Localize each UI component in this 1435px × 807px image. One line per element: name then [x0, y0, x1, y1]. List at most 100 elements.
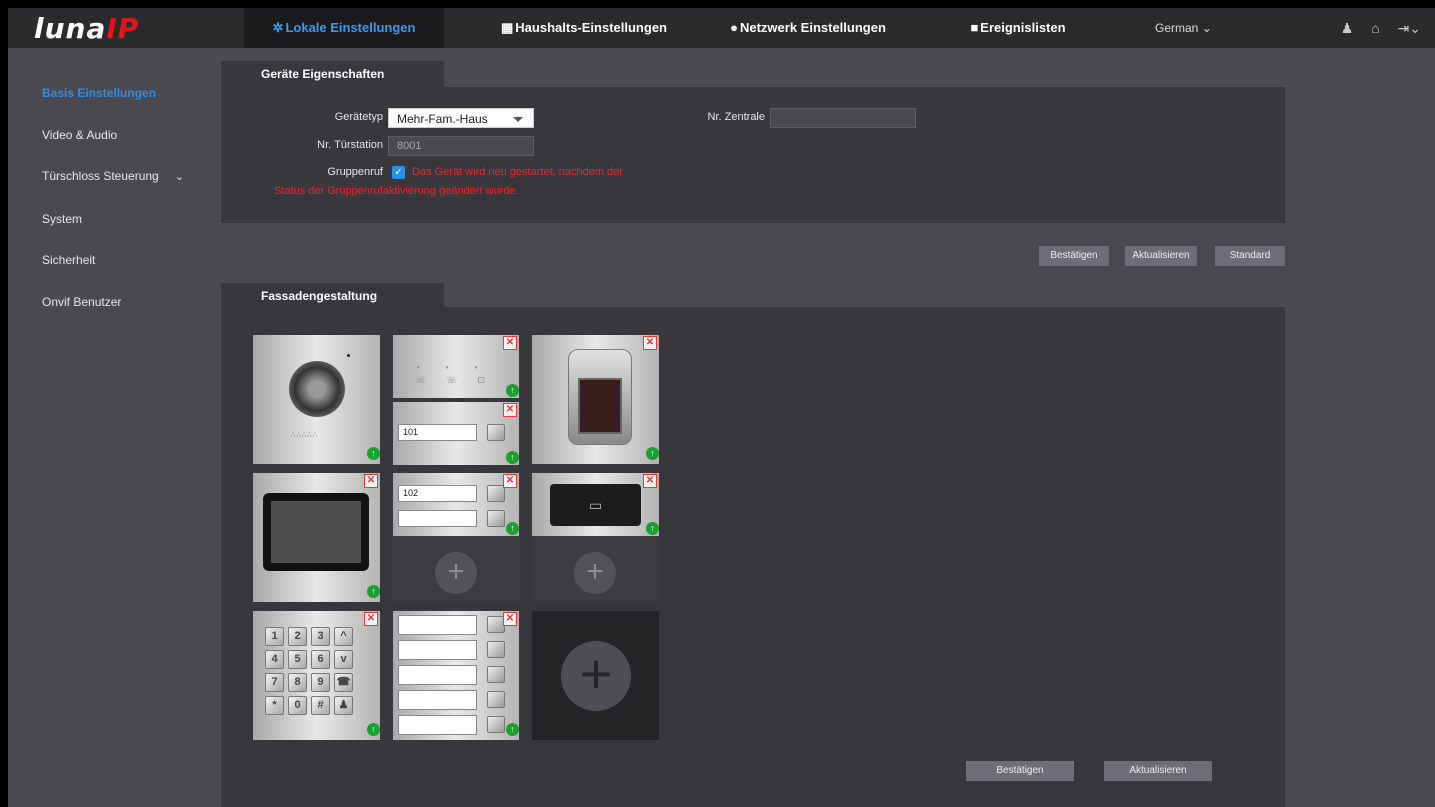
remove-icon[interactable]: ✕ — [503, 403, 517, 417]
central-label: Nr. Zentrale — [707, 111, 765, 123]
sidebar-item-onvif-benutzer[interactable]: Onvif Benutzer — [42, 295, 121, 309]
logout-icon[interactable]: ⇥⌄ — [1398, 20, 1421, 36]
keypad-key[interactable]: * — [265, 696, 284, 715]
keypad-key[interactable]: 2 — [288, 627, 307, 646]
remove-icon[interactable]: ✕ — [503, 474, 517, 488]
door-station-input[interactable]: 8001 — [388, 136, 534, 156]
keypad-key[interactable]: 1 — [265, 627, 284, 646]
facade-confirm-button[interactable]: Bestätigen — [966, 761, 1074, 781]
device-confirm-button[interactable]: Bestätigen — [1039, 246, 1109, 266]
sidebar-item-sicherheit[interactable]: Sicherheit — [42, 253, 95, 267]
nameplate[interactable]: 102 — [398, 485, 477, 502]
keypad-key[interactable]: ♟ — [334, 696, 353, 715]
nameplate-empty[interactable] — [398, 715, 477, 735]
keypad-key[interactable]: 3 — [311, 627, 330, 646]
add-module-icon[interactable]: + — [574, 552, 616, 594]
nameplate-empty[interactable] — [398, 690, 477, 710]
group-call-warning-line1: Das Gerät wird neu gestartet, nachdem de… — [412, 166, 623, 178]
indicator-module: ••• ☏☏⊡ ✕ ↑ — [393, 335, 519, 398]
display-area-icon — [271, 501, 361, 563]
move-up-icon[interactable]: ↑ — [506, 723, 519, 736]
bell-button-icon[interactable] — [487, 424, 505, 441]
device-refresh-button[interactable]: Aktualisieren — [1125, 246, 1197, 266]
camera-module: ∴∴∴∴∴ ↑ — [253, 335, 380, 464]
bell-button-icon[interactable] — [487, 641, 505, 658]
add-module-large-icon[interactable]: + — [561, 641, 631, 711]
list-icon: ■ — [970, 20, 979, 35]
display-screen-icon — [263, 493, 369, 571]
sidebar-item-tuerschloss-steuerung[interactable]: Türschloss Steuerung ⌄ — [42, 169, 184, 183]
fingerprint-sensor-icon — [578, 378, 622, 434]
fingerprint-housing-icon — [568, 349, 632, 445]
remove-icon[interactable]: ✕ — [364, 474, 378, 488]
keypad-key[interactable]: v — [334, 650, 353, 669]
sidebar-item-system[interactable]: System — [42, 212, 82, 226]
top-icons: ♟ ⌂ ⇥⌄ — [1327, 8, 1421, 48]
status-symbols-icon: ☏☏⊡ — [415, 375, 506, 385]
sensor-dot-icon — [347, 354, 350, 357]
remove-icon[interactable]: ✕ — [364, 612, 378, 626]
device-properties-panel: Gerätetyp Mehr-Fam.-Haus Nr. Türstation … — [221, 87, 1285, 223]
fingerprint-module: ✕ ↑ — [532, 335, 659, 464]
device-type-label: Gerätetyp — [334, 111, 383, 123]
button-module-5: ✕ ↑ — [393, 611, 519, 740]
central-input[interactable] — [770, 108, 916, 128]
tab-geraete-eigenschaften[interactable]: Geräte Eigenschaften — [221, 61, 444, 87]
home-icon[interactable]: ⌂ — [1371, 20, 1379, 36]
tab-haushalts-einstellungen[interactable]: ▦ Haushalts-Einstellungen — [484, 8, 684, 48]
move-up-icon[interactable]: ↑ — [367, 585, 380, 598]
facade-panel: ∴∴∴∴∴ ↑ ••• ☏☏⊡ ✕ ↑ 101 ✕ ↑ ✕ ↑ ✕ ↑ 102 … — [221, 307, 1285, 807]
bell-button-icon[interactable] — [487, 716, 505, 733]
group-call-checkbox[interactable]: ✓ — [392, 166, 405, 179]
caret-down-icon — [513, 117, 523, 122]
bell-button-icon[interactable] — [487, 666, 505, 683]
move-up-icon[interactable]: ↑ — [506, 522, 519, 535]
keypad-key[interactable]: 7 — [265, 673, 284, 692]
nameplate-empty[interactable] — [398, 615, 477, 635]
device-default-button[interactable]: Standard — [1215, 246, 1285, 266]
slot-column-2-row-2: 102 ✕ ↑ + — [393, 473, 519, 602]
tab-netzwerk-einstellungen[interactable]: ● Netzwerk Einstellungen — [708, 8, 908, 48]
add-module-icon[interactable]: + — [435, 552, 477, 594]
language-select[interactable]: German ⌄ — [1155, 8, 1212, 48]
keypad-key[interactable]: 0 — [288, 696, 307, 715]
remove-icon[interactable]: ✕ — [643, 336, 657, 350]
move-up-icon[interactable]: ↑ — [646, 522, 659, 535]
indicator-icons: ••• — [417, 363, 504, 372]
tab-lokale-einstellungen[interactable]: ✲ Lokale Einstellungen — [244, 8, 444, 48]
move-up-icon[interactable]: ↑ — [367, 723, 380, 736]
move-up-icon[interactable]: ↑ — [367, 447, 380, 460]
keypad-key[interactable]: 4 — [265, 650, 284, 669]
remove-icon[interactable]: ✕ — [643, 474, 657, 488]
nameplate-empty[interactable] — [398, 665, 477, 685]
keypad-key[interactable]: ☎ — [334, 673, 353, 692]
bell-button-icon[interactable] — [487, 691, 505, 708]
group-call-label: Gruppenruf — [327, 166, 383, 178]
keypad-key[interactable]: # — [311, 696, 330, 715]
keypad-key[interactable]: 5 — [288, 650, 307, 669]
remove-icon[interactable]: ✕ — [503, 612, 517, 626]
move-up-icon[interactable]: ↑ — [506, 384, 519, 397]
nameplate[interactable]: 101 — [398, 424, 477, 441]
nameplate-empty[interactable] — [398, 510, 477, 527]
chevron-down-icon: ⌄ — [174, 171, 184, 183]
nameplate-empty[interactable] — [398, 640, 477, 660]
facade-refresh-button[interactable]: Aktualisieren — [1104, 761, 1212, 781]
remove-icon[interactable]: ✕ — [503, 336, 517, 350]
keypad-key[interactable]: ^ — [334, 627, 353, 646]
sidebar-item-video-audio[interactable]: Video & Audio — [42, 128, 117, 142]
device-type-select[interactable]: Mehr-Fam.-Haus — [388, 108, 534, 128]
group-call-warning-line2: Status der Gruppenrufaktivierung geänder… — [274, 185, 519, 197]
tab-ereignislisten[interactable]: ■ Ereignislisten — [948, 8, 1088, 48]
tab-fassadengestaltung[interactable]: Fassadengestaltung — [221, 283, 444, 309]
bell-button-icon[interactable] — [487, 510, 505, 527]
keypad-key[interactable]: 9 — [311, 673, 330, 692]
sidebar: Basis Einstellungen Video & Audio Türsch… — [8, 48, 221, 807]
keypad-key[interactable]: 8 — [288, 673, 307, 692]
user-icon[interactable]: ♟ — [1341, 20, 1354, 36]
move-up-icon[interactable]: ↑ — [646, 447, 659, 460]
keypad-key[interactable]: 6 — [311, 650, 330, 669]
move-up-icon[interactable]: ↑ — [506, 451, 519, 464]
sidebar-item-basis-einstellungen[interactable]: Basis Einstellungen — [42, 86, 156, 100]
slot-column-3-row-2: ▭ ✕ ↑ + — [532, 473, 659, 602]
